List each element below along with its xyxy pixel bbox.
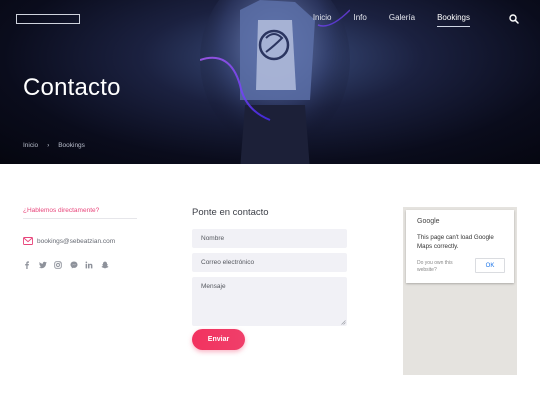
messenger-icon[interactable] (70, 261, 78, 269)
hero-banner: Inicio Info Galería Bookings Contacto In… (0, 0, 540, 164)
map-own-site-prompt[interactable]: Do you own this website? (417, 260, 467, 274)
form-title: Ponte en contacto (192, 207, 269, 218)
map-ok-button[interactable]: OK (475, 258, 505, 273)
snapchat-icon[interactable] (101, 261, 109, 269)
divider (23, 218, 137, 219)
nav-item-info[interactable]: Info (354, 13, 367, 27)
breadcrumb-separator: › (47, 142, 50, 149)
site-logo[interactable] (16, 14, 80, 24)
breadcrumb-inicio[interactable]: Inicio (23, 142, 38, 149)
email-contact: bookings@sebeatzian.com (23, 237, 115, 245)
email-link[interactable]: bookings@sebeatzian.com (37, 238, 115, 245)
message-field[interactable] (192, 277, 347, 326)
instagram-icon[interactable] (54, 261, 62, 269)
name-field[interactable] (192, 229, 347, 248)
resize-handle-icon[interactable] (341, 320, 346, 325)
main-nav: Inicio Info Galería Bookings (291, 13, 470, 27)
nav-item-bookings[interactable]: Bookings (437, 13, 470, 27)
map-error-message: This page can't load Google Maps correct… (417, 234, 494, 250)
linkedin-icon[interactable] (85, 261, 93, 269)
social-links (23, 261, 116, 269)
email-field[interactable] (192, 253, 347, 272)
map-brand-label: Google (417, 218, 440, 225)
breadcrumb: Inicio › Bookings (23, 142, 85, 149)
send-button[interactable]: Enviar (192, 329, 245, 350)
search-icon[interactable] (509, 14, 519, 24)
page-title: Contacto (23, 74, 121, 101)
map-embed[interactable]: Google This page can't load Google Maps … (403, 207, 517, 375)
talk-directly-link[interactable]: ¿Hablemos directamente? (23, 207, 99, 214)
twitter-icon[interactable] (38, 261, 47, 269)
nav-item-inicio[interactable]: Inicio (313, 13, 332, 27)
map-error-dialog: Google This page can't load Google Maps … (406, 210, 514, 283)
nav-item-galeria[interactable]: Galería (389, 13, 415, 27)
mail-icon (23, 237, 33, 245)
facebook-icon[interactable] (23, 261, 31, 269)
breadcrumb-current: Bookings (58, 142, 85, 149)
